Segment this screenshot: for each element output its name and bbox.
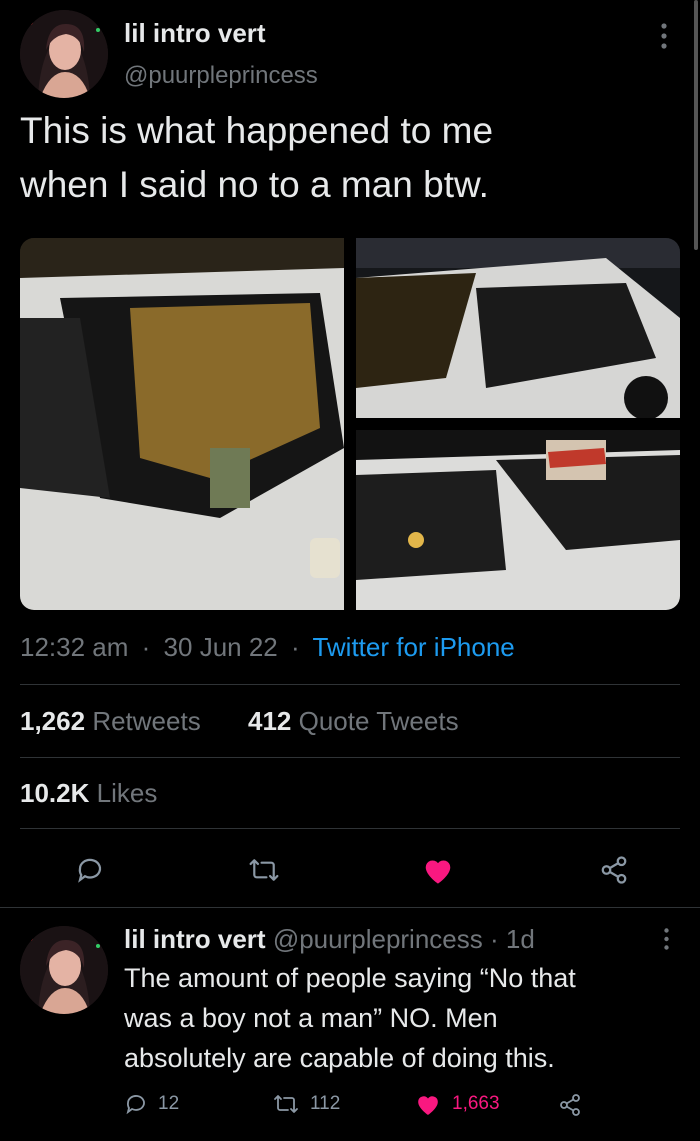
reply-like-count: 1,663 [452,1093,500,1114]
retweet-small-icon [274,1095,298,1113]
divider [20,828,680,829]
like-icon[interactable] [418,852,458,888]
separator-dot: · [291,632,300,662]
tweet-date[interactable]: 30 Jun 22 [164,632,278,662]
author-display-name[interactable]: lil intro vert [124,18,266,49]
share-icon[interactable] [594,852,634,888]
divider [20,684,680,685]
scrollbar[interactable] [694,0,698,250]
reply-header: lil intro vert @puurpleprincess · 1d [124,924,535,955]
retweets-label: Retweets [92,706,201,736]
retweet-icon[interactable] [244,852,284,888]
reply-small-icon [126,1095,145,1115]
likes-count: 10.2K [20,778,90,808]
reply-reply-button[interactable]: 12 [124,1092,179,1116]
tweet-text-line: when I said no to a man btw. [20,164,489,205]
reply-retweet-count: 112 [310,1093,341,1114]
section-divider [0,907,700,908]
likes-stat[interactable]: 10.2K Likes [20,778,157,809]
quote-tweets-count: 412 [248,706,292,736]
tweet-source-link[interactable]: Twitter for iPhone [312,632,514,662]
tweet-photo-1[interactable] [20,238,344,610]
likes-label: Likes [96,778,158,808]
reply-more-options-icon[interactable] [656,926,676,952]
reply-author-avatar[interactable] [20,926,108,1014]
reply-retweet-button[interactable]: 112 [272,1092,340,1116]
tweet-text-line: This is what happened to me [20,110,494,151]
reply-share-icon[interactable] [556,1092,584,1118]
reply-reply-count: 12 [158,1093,180,1114]
tweet-timestamp: 12:32 am · 30 Jun 22 · Twitter for iPhon… [20,632,515,663]
reply-text: The amount of people saying “No that was… [124,958,576,1078]
separator-dot: · [141,632,151,662]
reply-icon[interactable] [72,852,108,888]
tweet-text: This is what happened to me when I said … [20,104,493,212]
reply-author-handle[interactable]: @puurpleprincess [273,924,483,954]
tweet-photo-2[interactable] [356,238,680,418]
quote-tweets-label: Quote Tweets [298,706,459,736]
author-handle[interactable]: @puurpleprincess [124,62,318,90]
reply-text-line: was a boy not a man” NO. Men [124,1003,498,1033]
retweets-stat[interactable]: 1,262 Retweets [20,706,201,737]
tweet-photo-3[interactable] [356,430,680,610]
reply-text-line: absolutely are capable of doing this. [124,1043,555,1073]
reply-text-line: The amount of people saying “No that [124,963,576,993]
separator-dot: · [490,924,499,954]
retweets-count: 1,262 [20,706,86,736]
reply-age[interactable]: 1d [506,924,535,954]
tweet-time[interactable]: 12:32 am [20,632,128,662]
author-avatar[interactable] [20,10,108,98]
divider [20,757,680,758]
reply-like-button[interactable]: 1,663 [414,1092,500,1116]
like-small-icon [418,1096,438,1115]
quote-tweets-stat[interactable]: 412 Quote Tweets [248,706,459,737]
more-options-icon[interactable] [652,22,676,50]
reply-author-display-name[interactable]: lil intro vert [124,924,266,954]
